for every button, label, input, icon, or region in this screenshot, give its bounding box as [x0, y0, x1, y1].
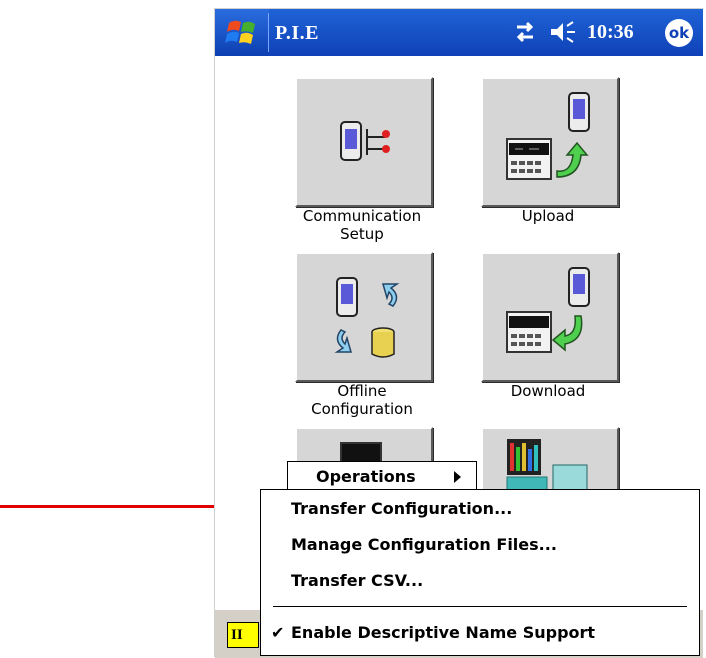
communication-setup-label: Communication Setup [302, 207, 422, 243]
offline-configuration-button[interactable] [295, 252, 433, 382]
menu-item-transfer-configuration[interactable]: Transfer Configuration... [291, 499, 512, 518]
connectivity-icon[interactable] [515, 19, 585, 45]
title-bar: P.I.E 10:36 ok [215, 9, 703, 56]
start-button[interactable] [215, 9, 269, 56]
speaker-icon [551, 21, 575, 43]
app-title: P.I.E [275, 22, 320, 44]
menu-separator [273, 606, 687, 607]
download-icon [506, 267, 590, 353]
submenu-arrow-icon [454, 471, 461, 483]
upload-label: Upload [521, 207, 575, 225]
clock[interactable]: 10:36 [587, 21, 634, 44]
menu-item-enable-descriptive-name-support[interactable]: Enable Descriptive Name Support [291, 623, 595, 642]
upload-button[interactable] [481, 77, 619, 207]
upload-icon [506, 92, 590, 180]
download-label: Download [510, 382, 586, 400]
menu-item-transfer-csv[interactable]: Transfer CSV... [291, 571, 423, 590]
check-icon: ✔ [271, 623, 285, 642]
communication-setup-icon [340, 121, 390, 161]
menu-item-manage-configuration-files[interactable]: Manage Configuration Files... [291, 535, 557, 554]
taskbar-button[interactable]: II [227, 622, 259, 648]
operations-menu-label: Operations [316, 467, 416, 486]
offline-configuration-icon [334, 277, 400, 358]
offline-configuration-label: Offline Configuration [311, 382, 413, 418]
windows-flag-icon [225, 20, 255, 44]
download-button[interactable] [481, 252, 619, 382]
ok-button[interactable]: ok [665, 19, 693, 47]
communication-setup-button[interactable] [295, 77, 433, 207]
operations-submenu: Transfer Configuration... Manage Configu… [260, 489, 700, 656]
